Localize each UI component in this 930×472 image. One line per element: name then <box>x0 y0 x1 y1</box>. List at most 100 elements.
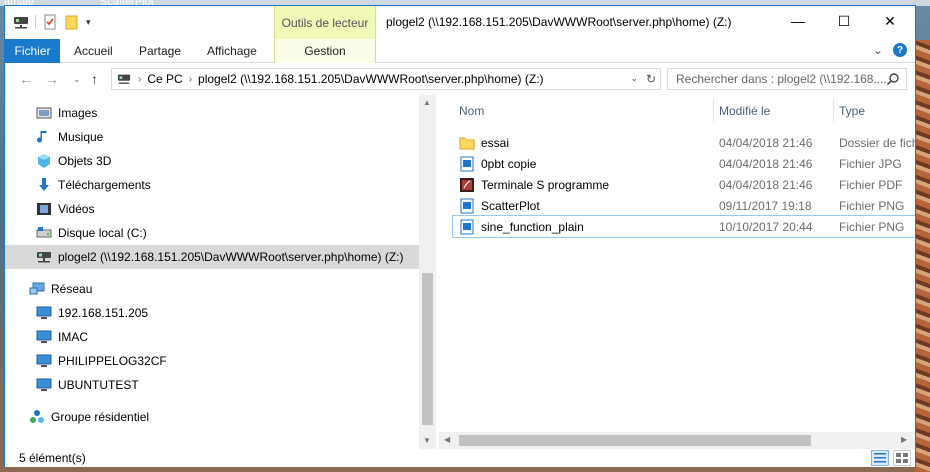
nav-item-label: IMAC <box>58 330 88 344</box>
file-name: Terminale S programme <box>481 177 610 192</box>
navigation-pane-scrollbar[interactable]: ▲ ▼ <box>419 95 436 450</box>
title-bar[interactable]: ▾ Outils de lecteur plogel2 (\\192.168.1… <box>5 6 915 39</box>
scroll-left-arrow-icon[interactable]: ◀ <box>444 435 450 444</box>
nav-item-groupe-residentiel[interactable]: Groupe résidentiel <box>5 405 419 429</box>
file-date: 09/11/2017 19:18 <box>719 198 812 213</box>
nav-item-computer-ubuntutest[interactable]: UBUNTUTEST <box>5 373 419 397</box>
large-icons-view-icon <box>896 453 908 463</box>
file-list-horizontal-scrollbar[interactable]: ◀ ▶ <box>439 432 915 449</box>
network-drive-icon <box>117 74 131 84</box>
scrollbar-thumb[interactable] <box>422 273 433 425</box>
breadcrumb-current-drive[interactable]: plogel2 (\\192.168.151.205\DavWWWRoot\se… <box>198 72 544 86</box>
file-name: ScatterPlot <box>481 198 540 213</box>
computer-icon <box>36 378 52 391</box>
scrollbar-thumb[interactable] <box>459 435 811 446</box>
nav-item-label: Groupe résidentiel <box>51 410 150 424</box>
file-type: Fichier PNG <box>839 198 905 213</box>
file-date: 10/10/2017 20:44 <box>719 219 813 234</box>
back-arrow-icon[interactable]: ← <box>19 71 33 87</box>
maximize-button[interactable]: ☐ <box>821 6 867 36</box>
nav-item-computer-philippelog32cf[interactable]: PHILIPPELOG32CF <box>5 349 419 373</box>
file-row[interactable]: 0pbt copie 04/04/2018 21:46 Fichier JPG <box>453 153 915 174</box>
recent-locations-chevron-icon[interactable]: ⌄ <box>73 74 81 85</box>
column-header-nom[interactable]: Nom <box>459 99 709 123</box>
nav-item-network-drive-z[interactable]: plogel2 (\\192.168.151.205\DavWWWRoot\se… <box>5 245 419 269</box>
properties-icon[interactable] <box>42 14 58 30</box>
nav-item-label: Objets 3D <box>58 154 112 168</box>
search-icon[interactable] <box>886 72 900 86</box>
nav-item-reseau[interactable]: Réseau <box>5 277 419 301</box>
file-type: Dossier de fichi <box>839 135 915 150</box>
file-row[interactable]: sine_function_plain 10/10/2017 20:44 Fic… <box>452 215 915 238</box>
address-bar[interactable]: › Ce PC › plogel2 (\\192.168.151.205\Dav… <box>111 68 661 90</box>
nav-item-videos[interactable]: Vidéos <box>5 197 419 221</box>
address-dropdown-icon[interactable]: ⌄ <box>630 73 638 84</box>
computer-icon <box>36 330 52 343</box>
scroll-right-arrow-icon[interactable]: ▶ <box>901 435 907 444</box>
local-disk-icon <box>36 227 52 238</box>
pictures-icon <box>36 107 52 119</box>
nav-item-objets-3d[interactable]: Objets 3D <box>5 149 419 173</box>
image-file-icon <box>460 156 474 171</box>
nav-item-label: Téléchargements <box>58 178 151 192</box>
network-icon <box>29 282 45 295</box>
file-type: Fichier PNG <box>839 219 905 234</box>
downloads-icon <box>39 178 49 191</box>
tab-accueil[interactable]: Accueil <box>74 39 113 63</box>
new-folder-icon[interactable] <box>64 14 80 30</box>
large-icons-view-button[interactable] <box>893 450 911 466</box>
file-row[interactable]: essai 04/04/2018 21:46 Dossier de fichi <box>453 132 915 153</box>
nav-item-disque-local[interactable]: Disque local (C:) <box>5 221 419 245</box>
file-name: essai <box>481 135 510 150</box>
file-name: sine_function_plain <box>481 219 584 234</box>
nav-item-label: PHILIPPELOG32CF <box>58 354 167 368</box>
customize-toolbar-dropdown-icon[interactable]: ▾ <box>86 17 91 28</box>
close-button[interactable]: ✕ <box>867 6 913 36</box>
tab-fichier[interactable]: Fichier <box>5 39 60 63</box>
search-placeholder: Rechercher dans : plogel2 (\\192.168.... <box>676 72 887 86</box>
column-divider[interactable] <box>833 99 834 123</box>
tab-partage[interactable]: Partage <box>139 39 181 63</box>
expand-ribbon-icon[interactable]: ⌄ <box>873 43 883 57</box>
minimize-button[interactable]: — <box>775 6 821 36</box>
tab-gestion[interactable]: Gestion <box>274 39 376 63</box>
file-row[interactable]: ScatterPlot 09/11/2017 19:18 Fichier PNG <box>453 195 915 216</box>
file-date: 04/04/2018 21:46 <box>719 135 813 150</box>
search-input[interactable]: Rechercher dans : plogel2 (\\192.168.... <box>667 68 907 90</box>
nav-item-musique[interactable]: Musique <box>5 125 419 149</box>
nav-item-label: Disque local (C:) <box>58 226 147 240</box>
column-header-type[interactable]: Type <box>839 99 915 123</box>
drive-tools-context-tab: Outils de lecteur <box>274 6 376 39</box>
tab-affichage[interactable]: Affichage <box>207 39 257 63</box>
scroll-down-arrow-icon[interactable]: ▼ <box>423 436 431 445</box>
nav-item-label: Images <box>58 106 98 120</box>
up-arrow-icon[interactable]: ↑ <box>91 71 98 87</box>
file-date: 04/04/2018 21:46 <box>719 156 813 171</box>
scroll-up-arrow-icon[interactable]: ▲ <box>423 98 431 107</box>
file-date: 04/04/2018 21:46 <box>719 177 813 192</box>
navigation-pane: Images Musique Objets 3D Téléchargements… <box>5 95 435 450</box>
refresh-icon[interactable]: ↻ <box>646 72 656 86</box>
image-file-icon <box>460 219 474 234</box>
breadcrumb-chevron-icon[interactable]: › <box>189 74 192 85</box>
breadcrumb-chevron-icon[interactable]: › <box>138 74 141 85</box>
column-header-modifie-le[interactable]: Modifié le <box>719 99 835 123</box>
nav-item-images[interactable]: Images <box>5 101 419 125</box>
nav-item-label: 192.168.151.205 <box>58 306 149 320</box>
nav-item-computer-192-168-151-205[interactable]: 192.168.151.205 <box>5 301 419 325</box>
nav-item-telechargements[interactable]: Téléchargements <box>5 173 419 197</box>
breadcrumb-ce-pc[interactable]: Ce PC <box>147 72 182 86</box>
desktop-wallpaper-edge <box>914 40 930 472</box>
ribbon-right-controls: ⌄ ? <box>873 43 907 57</box>
column-divider[interactable] <box>713 99 714 123</box>
file-row[interactable]: Terminale S programme 04/04/2018 21:46 F… <box>453 174 915 195</box>
nav-item-computer-imac[interactable]: IMAC <box>5 325 419 349</box>
file-name: 0pbt copie <box>481 156 537 171</box>
videos-icon <box>37 203 51 215</box>
help-icon[interactable]: ? <box>893 43 907 57</box>
details-view-button[interactable] <box>871 450 889 466</box>
nav-item-label: Musique <box>58 130 104 144</box>
nav-item-label: Vidéos <box>58 202 95 216</box>
forward-arrow-icon[interactable]: → <box>45 71 59 87</box>
nav-item-label: UBUNTUTEST <box>58 378 139 392</box>
